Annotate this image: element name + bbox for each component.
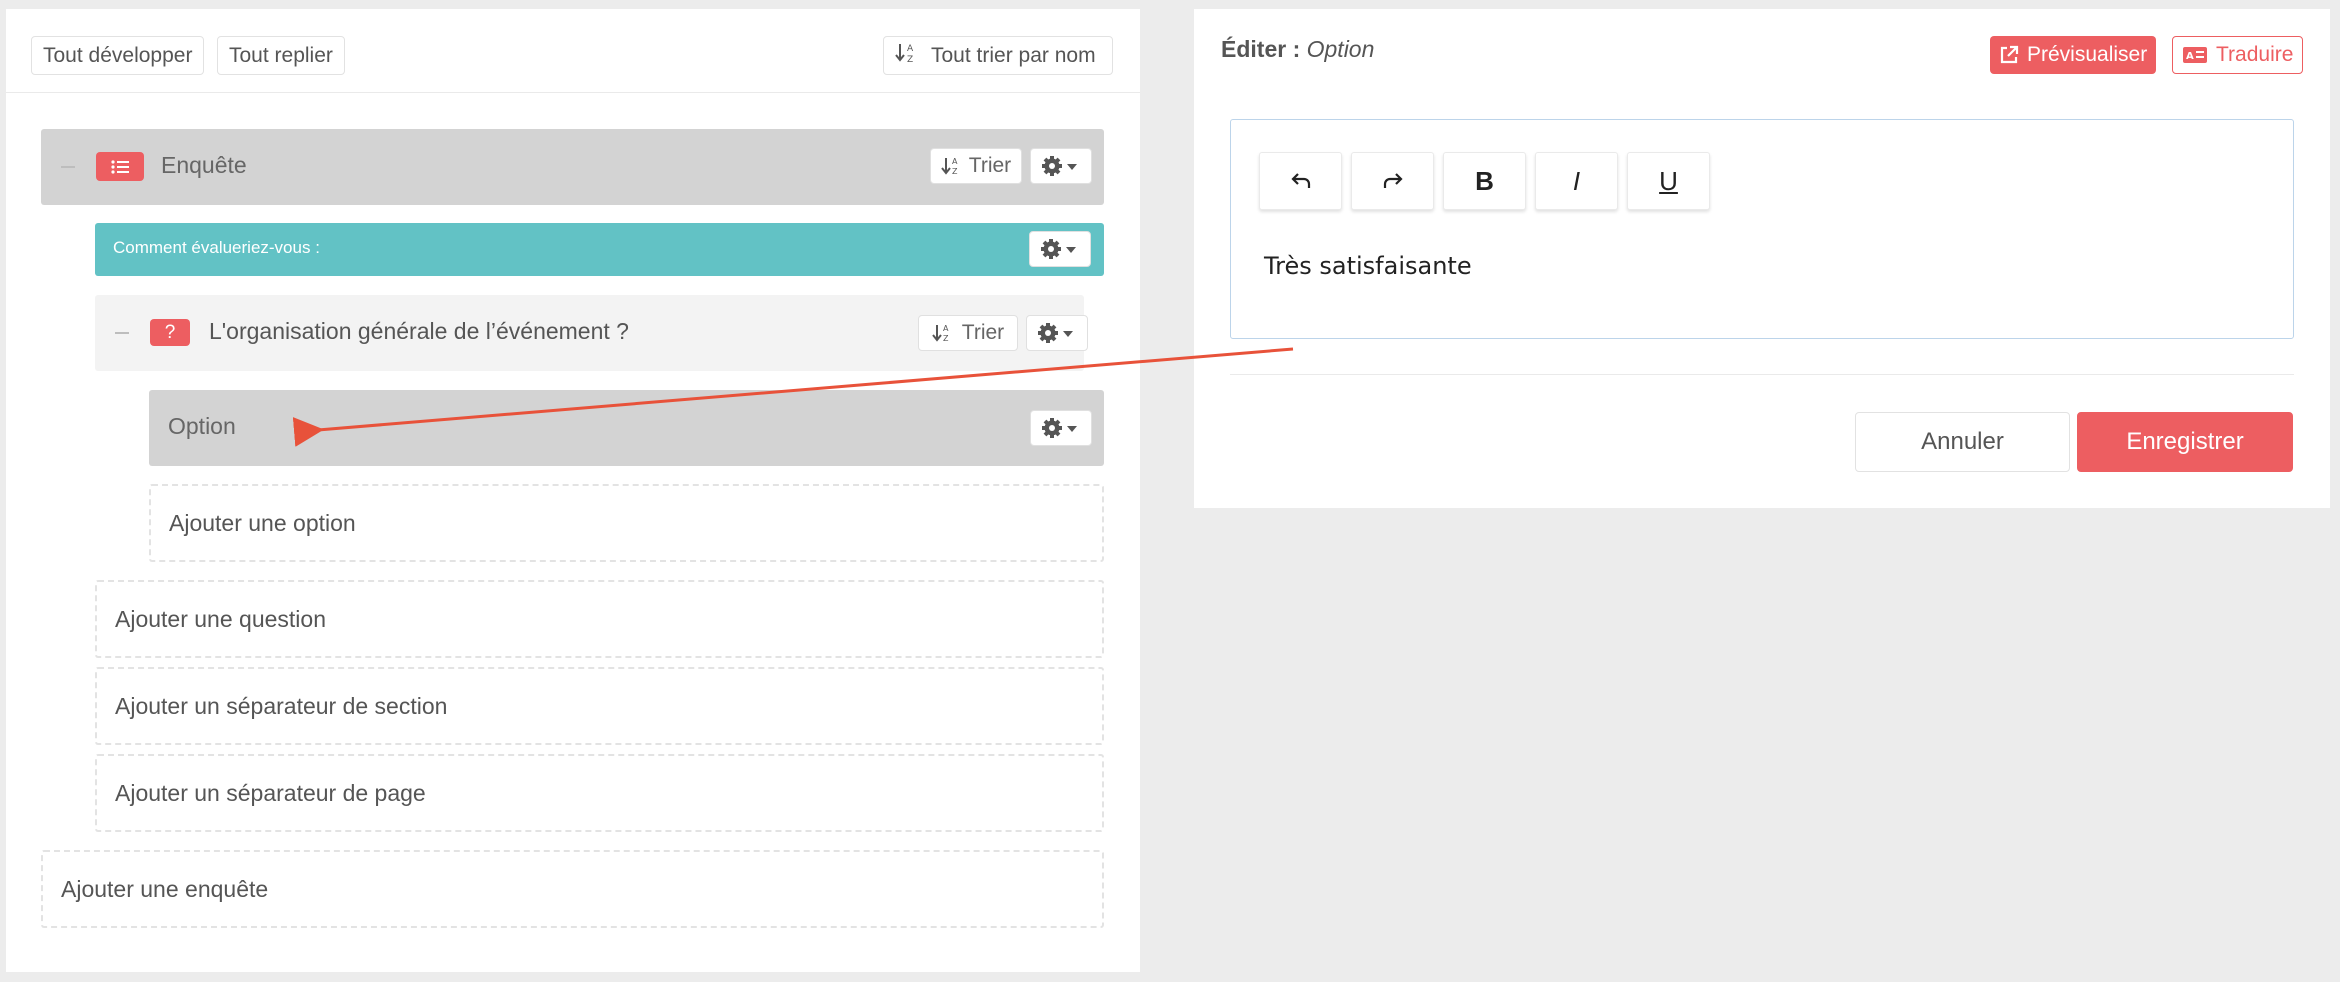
annotation-arrow (292, 347, 1294, 447)
